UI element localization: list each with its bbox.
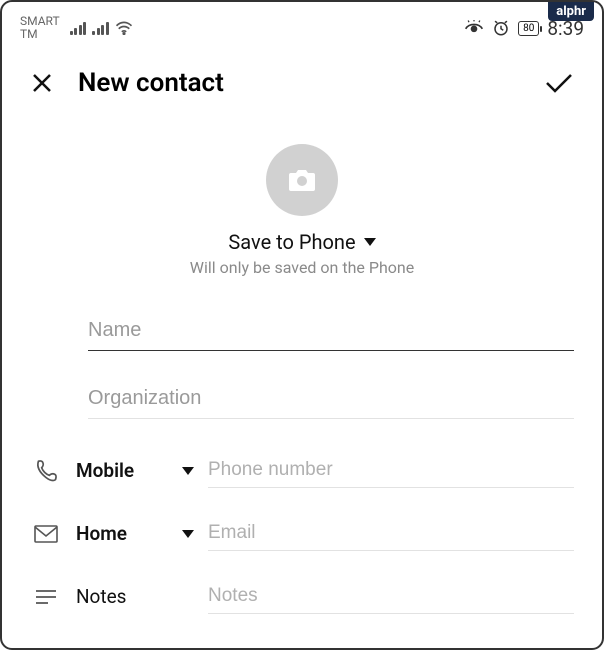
save-location-dropdown[interactable]: Save to Phone xyxy=(228,230,375,254)
notes-icon xyxy=(30,588,62,606)
eye-icon xyxy=(464,20,484,36)
email-row: Home xyxy=(30,502,574,565)
screen-header: New contact xyxy=(2,50,602,116)
notes-row: Notes xyxy=(30,565,574,628)
phone-row: Mobile xyxy=(30,439,574,502)
avatar-button[interactable] xyxy=(266,144,338,216)
chevron-down-icon xyxy=(182,530,194,538)
email-icon xyxy=(30,524,62,544)
phone-type-label: Mobile xyxy=(76,459,134,482)
camera-icon xyxy=(287,167,317,193)
phone-icon xyxy=(30,458,62,484)
status-bar: SMART TM 80 8:39 xyxy=(2,2,602,50)
phone-input[interactable] xyxy=(208,453,574,488)
organization-field[interactable] xyxy=(88,379,574,419)
name-field[interactable] xyxy=(88,311,574,351)
battery-level: 80 xyxy=(523,23,534,34)
watermark-badge: alphr xyxy=(548,2,594,21)
wifi-icon xyxy=(115,21,133,35)
email-type-dropdown[interactable]: Home xyxy=(76,522,194,545)
save-location-label: Save to Phone xyxy=(228,230,355,254)
notes-label-text: Notes xyxy=(76,585,127,608)
status-left: SMART TM xyxy=(20,15,133,41)
alarm-icon xyxy=(492,19,510,37)
notes-label: Notes xyxy=(76,585,194,608)
email-input[interactable] xyxy=(208,516,574,551)
contact-form: Mobile Home Notes xyxy=(2,277,602,628)
email-type-label: Home xyxy=(76,522,127,545)
avatar-section: Save to Phone Will only be saved on the … xyxy=(2,116,602,277)
battery-icon: 80 xyxy=(518,21,539,36)
chevron-down-icon xyxy=(364,238,376,246)
signal-icon xyxy=(70,21,87,35)
close-icon[interactable] xyxy=(30,71,54,95)
carrier-line2: TM xyxy=(20,28,60,41)
signal-icon-2 xyxy=(92,21,109,35)
page-title: New contact xyxy=(78,68,520,98)
phone-type-dropdown[interactable]: Mobile xyxy=(76,459,194,482)
save-location-note: Will only be saved on the Phone xyxy=(190,258,414,277)
confirm-icon[interactable] xyxy=(544,71,574,95)
chevron-down-icon xyxy=(182,467,194,475)
notes-input[interactable] xyxy=(208,579,574,614)
carrier-label: SMART TM xyxy=(20,15,60,41)
